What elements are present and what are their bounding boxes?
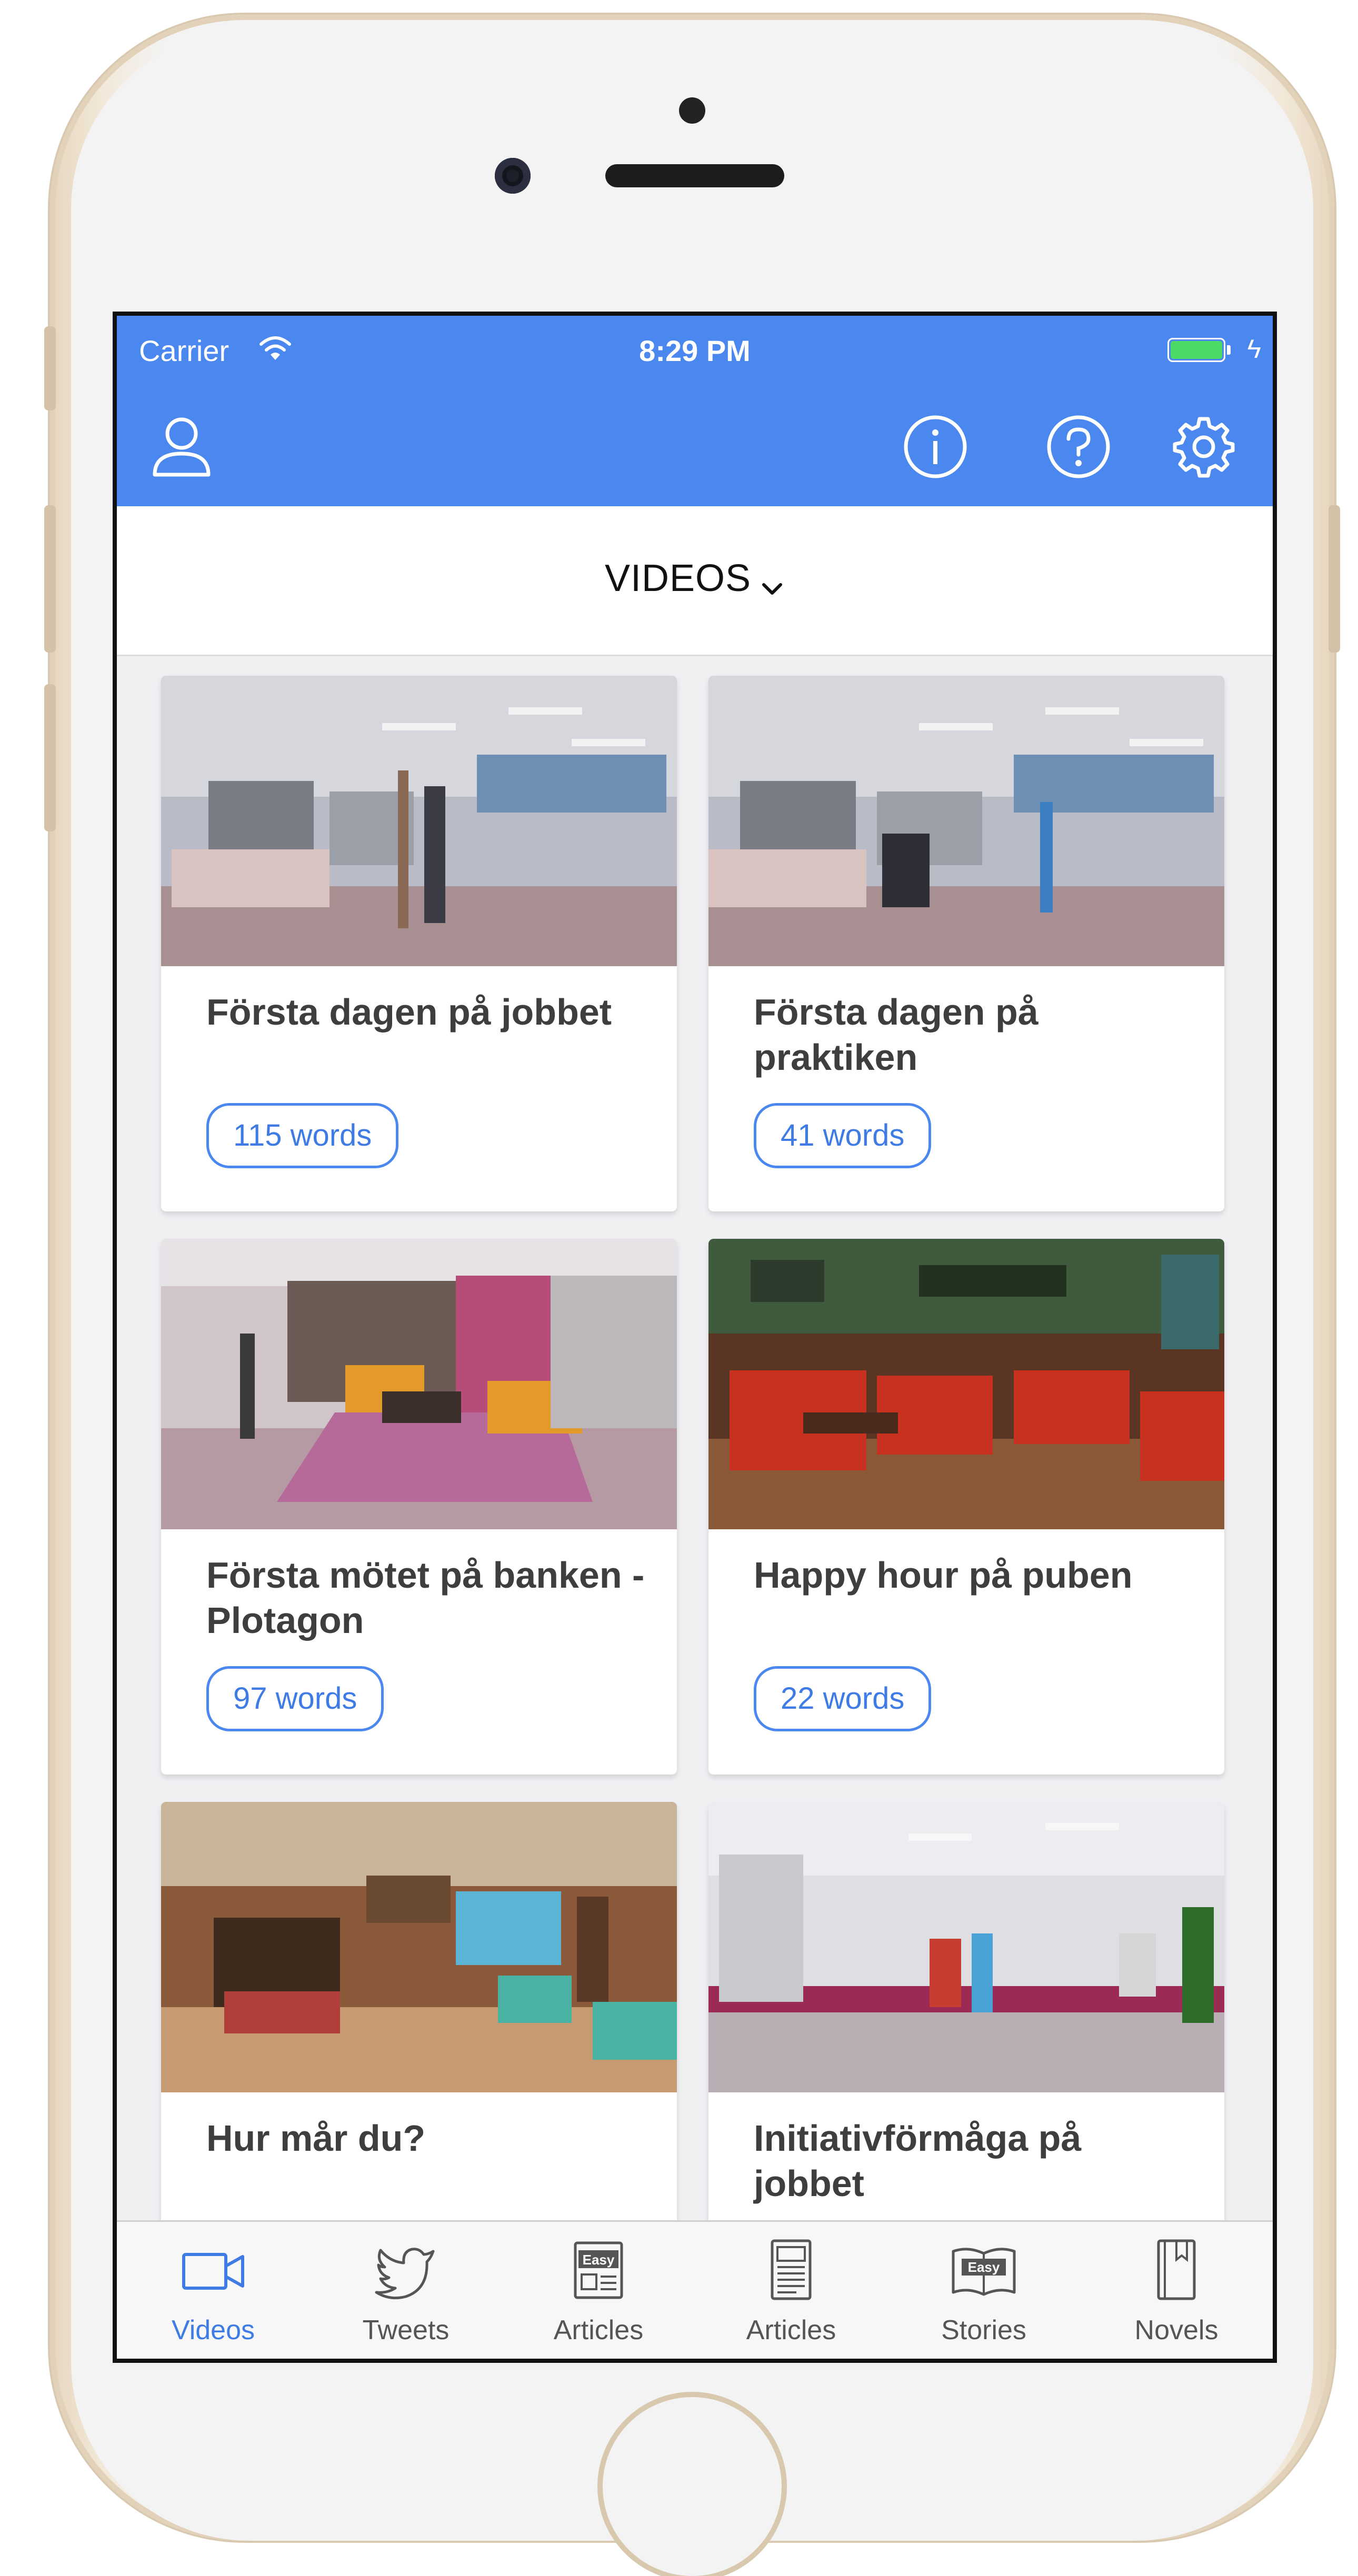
easy-book-icon: Easy (947, 2236, 1021, 2304)
volume-up-button (44, 505, 56, 653)
svg-text:Easy: Easy (583, 2252, 615, 2268)
video-thumbnail (708, 1239, 1224, 1529)
tab-label: Videos (171, 2315, 255, 2346)
video-title: Hur mår du? (206, 2118, 426, 2159)
category-header: VIDEOS (117, 506, 1273, 656)
video-card[interactable]: Happy hour på puben 22 words (708, 1239, 1224, 1775)
twitter-bird-icon (369, 2236, 443, 2304)
word-count-badge[interactable]: 22 words (754, 1666, 932, 1731)
status-time: 8:29 PM (639, 334, 751, 367)
battery-fill (1171, 341, 1222, 359)
video-thumbnail (161, 1802, 677, 2092)
category-dropdown[interactable]: VIDEOS (117, 557, 1273, 602)
video-title: Happy hour på puben (754, 1555, 1133, 1596)
video-thumbnail (708, 676, 1224, 966)
tab-label: Articles (746, 2315, 836, 2346)
video-thumbnail (161, 676, 677, 966)
word-count-badge[interactable]: 115 words (206, 1103, 399, 1168)
video-camera-icon (176, 2236, 250, 2304)
chevron-down-icon (762, 583, 783, 595)
tab-bar: Videos Tweets Easy Articles Articles Eas… (117, 2220, 1273, 2359)
easy-articles-icon: Easy (562, 2236, 635, 2304)
video-title: Initiativförmåga på jobbet (754, 2118, 1082, 2204)
svg-text:Easy: Easy (968, 2259, 1000, 2275)
front-camera (495, 158, 531, 194)
help-icon[interactable] (1044, 413, 1113, 481)
video-title: Första dagen på praktiken (754, 991, 1039, 1078)
app-screen: Carrier 8:29 PM ϟ VIDEOS Första dagen på… (113, 312, 1277, 2363)
gear-icon[interactable] (1170, 413, 1238, 481)
charging-bolt-icon: ϟ (1247, 334, 1261, 364)
tab-label: Novels (1134, 2315, 1219, 2346)
word-count-badge[interactable]: 97 words (206, 1666, 384, 1731)
tab-tweets[interactable]: Tweets (309, 2222, 502, 2359)
tab-articles[interactable]: Articles (695, 2222, 887, 2359)
category-title: VIDEOS (604, 557, 752, 599)
video-thumbnail (708, 1802, 1224, 2092)
earpiece-speaker (605, 164, 784, 187)
word-count-badge[interactable]: 41 words (754, 1103, 932, 1168)
mute-switch (44, 326, 56, 410)
proximity-sensor (679, 97, 705, 124)
video-grid: Första dagen på jobbet 115 words Första … (117, 655, 1273, 2338)
video-thumbnail (161, 1239, 677, 1529)
nav-bar (117, 382, 1273, 506)
tab-stories[interactable]: Easy Stories (887, 2222, 1080, 2359)
tab-easy-articles[interactable]: Easy Articles (502, 2222, 695, 2359)
info-icon[interactable] (901, 413, 970, 481)
volume-down-button (44, 684, 56, 831)
video-title: Första dagen på jobbet (206, 991, 612, 1033)
video-card[interactable]: Första dagen på praktiken 41 words (708, 676, 1224, 1211)
battery-tip (1227, 345, 1231, 355)
tab-novels[interactable]: Novels (1080, 2222, 1273, 2359)
newspaper-icon (754, 2236, 828, 2304)
user-icon[interactable] (147, 413, 216, 481)
power-button (1329, 505, 1340, 653)
status-bar: Carrier 8:29 PM ϟ (117, 316, 1273, 382)
tab-label: Stories (941, 2315, 1026, 2346)
tab-label: Articles (553, 2315, 644, 2346)
novel-book-icon (1140, 2236, 1213, 2304)
tab-label: Tweets (362, 2315, 450, 2346)
video-card[interactable]: Första dagen på jobbet 115 words (161, 676, 677, 1211)
tab-videos[interactable]: Videos (117, 2222, 309, 2359)
video-title: Första mötet på banken - Plotagon (206, 1555, 645, 1641)
battery-icon (1167, 338, 1225, 362)
video-card[interactable]: Första mötet på banken - Plotagon 97 wor… (161, 1239, 677, 1775)
home-button[interactable] (603, 2397, 782, 2576)
